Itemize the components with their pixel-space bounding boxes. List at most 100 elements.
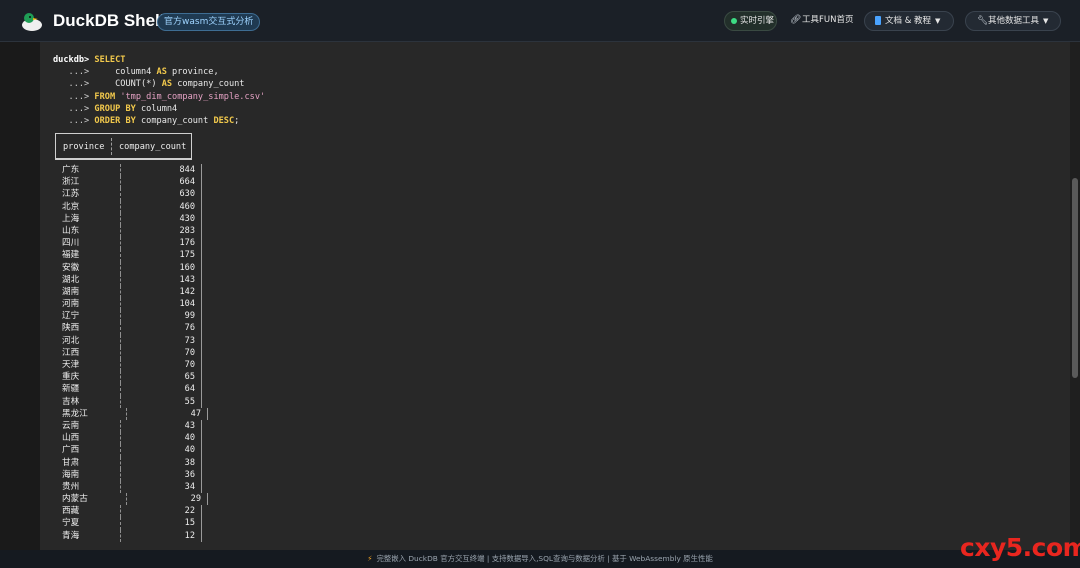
row-border — [201, 444, 202, 457]
column-separator — [120, 419, 121, 433]
count-cell: 22 — [184, 506, 195, 517]
top-bar: DuckDB Shell 官方wasm交互式分析 实时引擎 🔗︎ 工具FUN首页… — [0, 0, 1080, 42]
row-border — [201, 395, 202, 408]
province-cell: 甘肃 — [62, 457, 80, 468]
row-border — [201, 285, 202, 299]
province-cell: 黑龙江 — [62, 408, 88, 419]
row-border — [207, 407, 208, 420]
column-separator — [120, 285, 121, 299]
province-cell: 贵州 — [62, 481, 80, 492]
count-cell: 40 — [184, 433, 195, 444]
row-border — [201, 383, 202, 396]
table-row: 辽宁 99 — [55, 310, 202, 323]
app-title: DuckDB Shell — [53, 11, 165, 30]
vertical-scrollbar[interactable] — [1070, 42, 1080, 550]
count-cell: 143 — [179, 274, 195, 285]
column-separator — [120, 298, 121, 311]
table-row: 河南 104 — [55, 298, 202, 311]
row-border — [201, 200, 202, 213]
row-border — [201, 310, 202, 323]
result-rows: 广东 844 浙江 664 江苏 630 北京 460 上海 430 山东 283 四川 176 福建 175… — [55, 164, 208, 542]
column-separator — [120, 249, 121, 262]
watermark: cxy5.com — [960, 533, 1080, 562]
count-cell: 34 — [184, 481, 195, 492]
other-tools-label: 其他数据工具 — [988, 16, 1040, 26]
count-cell: 430 — [179, 213, 195, 224]
count-cell: 40 — [184, 445, 195, 456]
row-border — [201, 346, 202, 359]
row-border — [201, 212, 202, 225]
province-cell: 上海 — [62, 213, 80, 224]
table-row: 湖北 143 — [55, 273, 202, 286]
column-separator — [120, 395, 121, 408]
row-border — [201, 298, 202, 311]
table-row: 陕西 76 — [55, 322, 202, 335]
province-cell: 福建 — [62, 250, 80, 261]
table-row: 黑龙江 47 — [55, 407, 208, 420]
table-row: 天津 70 — [55, 359, 202, 372]
table-row: 安徽 160 — [55, 261, 202, 274]
other-tools-dropdown-button[interactable]: 🔧︎ 其他数据工具 ▼ — [965, 11, 1061, 31]
count-cell: 175 — [179, 250, 195, 261]
province-cell: 广西 — [62, 445, 80, 456]
scroll-thumb[interactable] — [1072, 178, 1078, 378]
left-gutter — [0, 42, 40, 550]
row-border — [201, 480, 202, 494]
province-cell: 吉林 — [62, 396, 80, 407]
province-cell: 陕西 — [62, 323, 80, 334]
column-separator — [120, 200, 121, 213]
count-cell: 70 — [184, 347, 195, 358]
query-line: FROM 'tmp_dim_company_simple.csv' — [94, 91, 266, 102]
count-cell: 64 — [184, 384, 195, 395]
province-cell: 山西 — [62, 433, 80, 444]
count-cell: 12 — [184, 530, 195, 541]
row-border — [201, 468, 202, 481]
table-row: 四川 176 — [55, 237, 202, 250]
count-cell: 283 — [179, 225, 195, 236]
table-row: 山东 283 — [55, 224, 202, 238]
column-separator — [120, 529, 121, 542]
province-cell: 西藏 — [62, 506, 80, 517]
count-cell: 844 — [179, 165, 195, 175]
column-separator — [120, 188, 121, 201]
province-cell: 湖南 — [62, 286, 80, 297]
row-border — [201, 529, 202, 542]
footer-text: 完整嵌入 DuckDB 官方交互终端 | 支持数据导入,SQL查询与数据分析 |… — [376, 554, 713, 563]
province-cell: 河南 — [62, 299, 80, 310]
column-separator — [120, 164, 121, 177]
column-separator — [120, 261, 121, 274]
table-row: 海南 36 — [55, 468, 202, 481]
province-cell: 天津 — [62, 360, 80, 370]
count-cell: 73 — [184, 335, 195, 346]
count-cell: 47 — [190, 408, 201, 419]
table-row: 吉林 55 — [55, 395, 202, 408]
docs-dropdown-button[interactable]: 文档 & 教程 ▼ — [864, 11, 954, 31]
table-row: 上海 430 — [55, 212, 202, 225]
column-separator — [120, 334, 121, 347]
row-border — [201, 261, 202, 274]
row-border — [201, 334, 202, 347]
continuation-prompt: ...> — [68, 91, 90, 102]
table-row: 内蒙古 29 — [55, 493, 208, 506]
table-row: 广东 844 — [55, 164, 202, 177]
column-separator — [120, 371, 121, 384]
column-header-province: province — [63, 142, 105, 152]
count-cell: 99 — [184, 311, 195, 322]
count-cell: 70 — [184, 360, 195, 370]
province-cell: 内蒙古 — [62, 494, 88, 505]
count-cell: 76 — [184, 323, 195, 334]
column-separator — [120, 505, 121, 518]
table-row: 甘肃 38 — [55, 456, 202, 469]
province-cell: 青海 — [62, 530, 80, 541]
table-row: 贵州 34 — [55, 480, 202, 494]
continuation-prompt: ...> — [68, 67, 90, 78]
tool-fun-home-link[interactable]: 🔗︎ 工具FUN首页 — [790, 11, 856, 31]
province-cell: 安徽 — [62, 262, 80, 273]
row-border — [201, 359, 202, 372]
row-border — [201, 273, 202, 286]
count-cell: 29 — [190, 494, 201, 505]
table-row: 河北 73 — [55, 334, 202, 347]
table-row: 山西 40 — [55, 432, 202, 445]
table-row: 青海 12 — [55, 529, 202, 542]
terminal[interactable]: duckdb> SELECT ...> column4 AS province,… — [40, 42, 1070, 550]
